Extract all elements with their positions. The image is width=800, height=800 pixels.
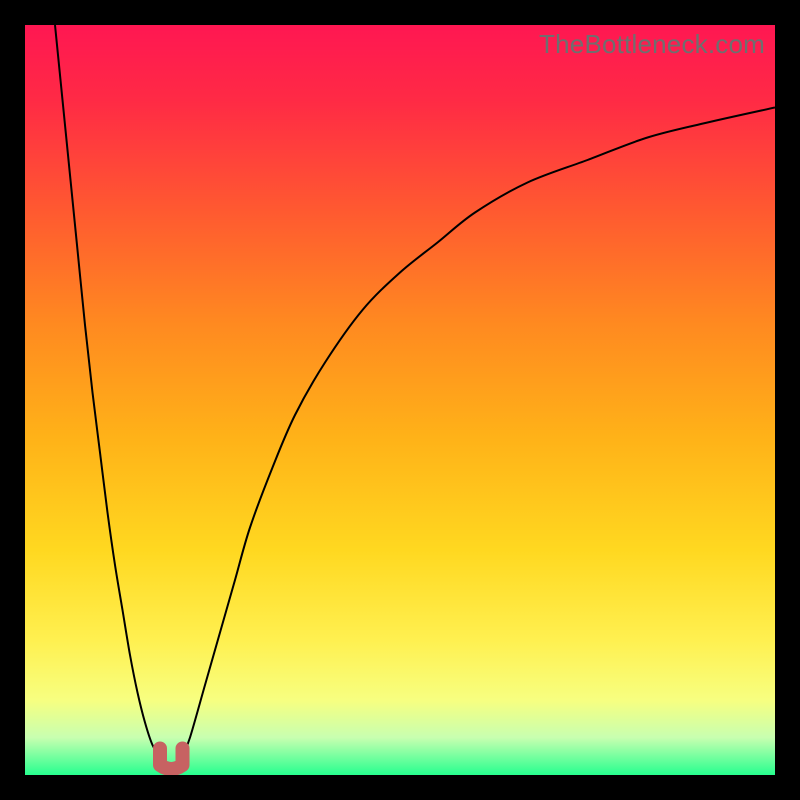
plot-area: TheBottleneck.com xyxy=(25,25,775,775)
bottom-u-mark xyxy=(160,749,183,770)
curve-right-branch xyxy=(183,108,776,757)
curve-layer xyxy=(25,25,775,775)
curve-left-branch xyxy=(55,25,160,756)
chart-frame: TheBottleneck.com xyxy=(0,0,800,800)
